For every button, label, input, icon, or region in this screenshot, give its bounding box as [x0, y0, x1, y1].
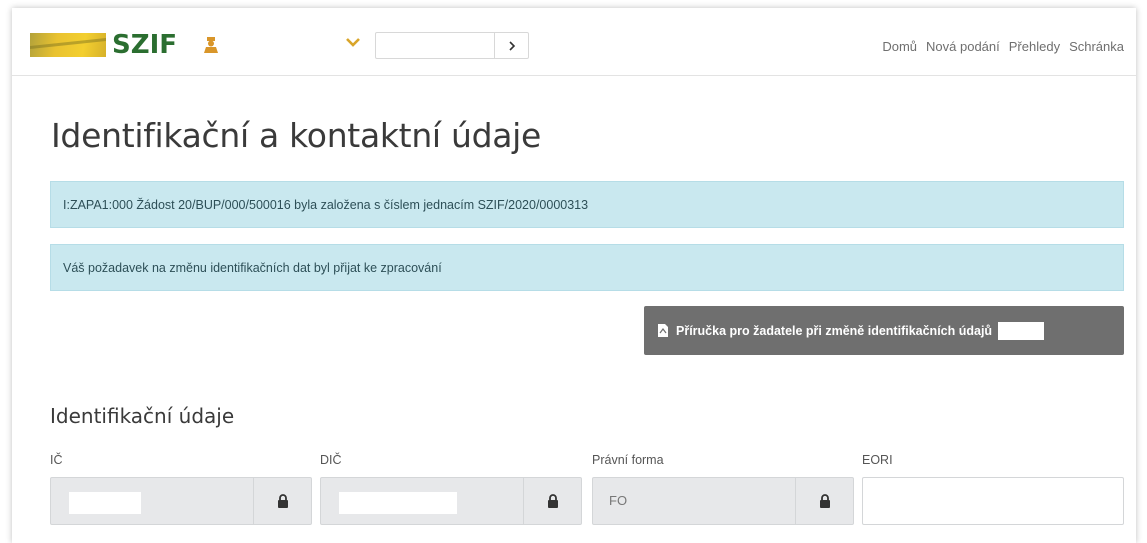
user-icon[interactable] [202, 36, 220, 54]
pravni-forma-value: FO [609, 493, 628, 508]
chevron-down-icon[interactable] [345, 35, 361, 49]
guide-download-button[interactable]: Příručka pro žadatele při změně identifi… [644, 306, 1124, 355]
dic-field [320, 477, 582, 525]
label-pravni-forma: Právní forma [592, 453, 664, 467]
field-stripes-icon [30, 33, 106, 57]
subject-select[interactable] [375, 32, 529, 59]
nav-schranka[interactable]: Schránka [1069, 39, 1124, 54]
lock-icon [795, 478, 853, 524]
top-navbar: SZIF Domů Nová podání Přehledy Schránka [12, 8, 1136, 76]
main-nav: Domů Nová podání Přehledy Schránka [882, 39, 1124, 54]
label-dic: DIČ [320, 453, 342, 467]
eori-input[interactable] [862, 477, 1124, 525]
redacted-block [339, 492, 457, 514]
nav-nova-podani[interactable]: Nová podání [926, 39, 1000, 54]
section-title-identification: Identifikační údaje [50, 404, 235, 428]
chevron-right-icon[interactable] [494, 33, 528, 58]
app-window: SZIF Domů Nová podání Přehledy Schránka … [12, 8, 1136, 543]
lock-icon [523, 478, 581, 524]
guide-download-label: Příručka pro žadatele při změně identifi… [676, 323, 993, 338]
info-alert-submission: I:ZAPA1:000 Žádost 20/BUP/000/500016 byl… [50, 181, 1124, 228]
logo-text: SZIF [112, 30, 178, 60]
info-alert-change-accepted: Váš požadavek na změnu identifikačních d… [50, 244, 1124, 291]
pdf-file-icon [658, 324, 668, 337]
label-ic: IČ [50, 453, 63, 467]
szif-logo[interactable]: SZIF [30, 30, 177, 60]
ic-field [50, 477, 312, 525]
nav-domu[interactable]: Domů [882, 39, 917, 54]
redacted-block [998, 321, 1045, 340]
redacted-block [69, 492, 141, 514]
page-title: Identifikační a kontaktní údaje [51, 116, 542, 155]
label-eori: EORI [862, 453, 893, 467]
pravni-forma-field: FO [592, 477, 854, 525]
lock-icon [253, 478, 311, 524]
nav-prehledy[interactable]: Přehledy [1009, 39, 1060, 54]
